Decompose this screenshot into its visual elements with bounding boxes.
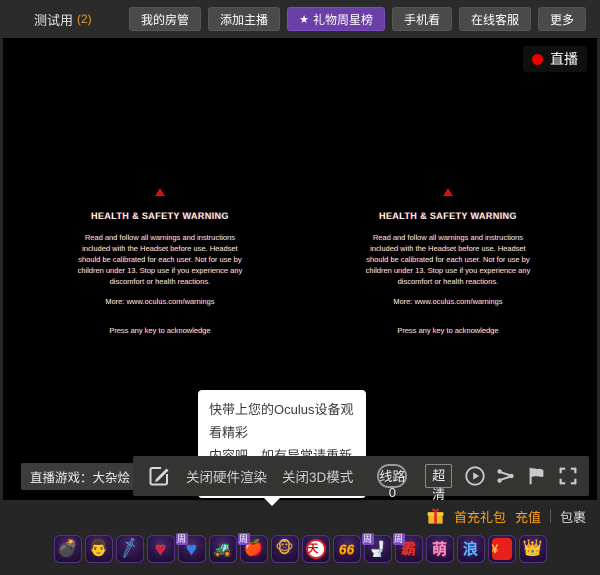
warning-more-link-text: More: www.oculus.com/warnings (105, 297, 215, 306)
gift-item-red-packet[interactable]: ¥ (487, 535, 516, 563)
red-packet-icon: ¥ (491, 538, 512, 560)
report-flag-icon[interactable] (526, 465, 548, 487)
edit-icon[interactable] (147, 464, 171, 488)
vr-warning-panel-left: HEALTH & SAFETY WARNING Read and follow … (48, 188, 272, 335)
line-select-button[interactable]: 线路0 (377, 464, 408, 500)
gifts-row: 💣 👨 🗡 ♥ 周 ♥ 🚜 周 🍎 🐵 天 66 周 🚽 周 霸 萌 浪 ¥ 👑 (14, 533, 586, 563)
meng-banner-icon: 萌 (431, 540, 447, 558)
tooltip-line: 快带上您的Oculus设备观看精彩 (209, 402, 354, 440)
live-badge-label: 直播 (550, 51, 578, 67)
gift-item-meng-banner[interactable]: 萌 (425, 535, 454, 563)
gift-item-gold-crown[interactable]: 👑 (518, 535, 547, 563)
control-icons (464, 465, 579, 487)
week-badge: 周 (392, 533, 405, 545)
warning-body-line: children under 13. Stop use if you exper… (77, 266, 243, 275)
excavator-icon: 🚜 (213, 540, 232, 558)
more-button[interactable]: 更多 (537, 7, 586, 31)
quality-select-button[interactable]: 超清 (425, 464, 452, 502)
gift-box-icon (427, 508, 444, 524)
fullscreen-icon[interactable] (557, 465, 579, 487)
gold-crown-icon: 👑 (522, 540, 543, 557)
gift-item-red-heart[interactable]: ♥ (146, 535, 175, 563)
warning-body: Read and follow all warnings and instruc… (336, 232, 560, 287)
warning-body-line: discomfort or health reactions. (109, 277, 211, 286)
warning-body-line: should be calibrated for each user. Not … (78, 255, 242, 264)
blue-heart-icon: ♥ (186, 539, 197, 559)
red-heart-icon: ♥ (155, 539, 166, 559)
flame-66-icon: 66 (338, 541, 355, 557)
online-service-button[interactable]: 在线客服 (458, 7, 531, 31)
warning-body-line: discomfort or health reactions. (397, 277, 499, 286)
gift-item-lang-banner[interactable]: 浪 (456, 535, 485, 563)
warning-body-line: Read and follow all warnings and instruc… (84, 233, 236, 242)
phone-watch-button[interactable]: 手机看 (391, 7, 452, 31)
live-badge: 直播 (523, 46, 587, 72)
warning-body-line: children under 13. Stop use if you exper… (365, 266, 531, 275)
bottom-panel: 首充礼包 充值 包裹 💣 👨 🗡 ♥ 周 ♥ 🚜 周 🍎 🐵 天 66 周 🚽 … (0, 500, 600, 575)
warning-title: HEALTH & SAFETY WARNING (379, 211, 517, 221)
package-link[interactable]: 包裹 (560, 507, 586, 526)
gift-item-blue-sword[interactable]: 🗡 (115, 535, 144, 563)
man-portrait-icon: 👨 (88, 540, 109, 557)
room-viewer-count: (2) (77, 12, 92, 26)
live-dot-icon (532, 53, 543, 65)
warning-acknowledge-text: Press any key to acknowledge (109, 326, 211, 335)
recharge-link[interactable]: 充值 (515, 507, 541, 526)
weekly-gift-rank-button[interactable]: ★ 礼物周星榜 (287, 7, 385, 31)
warning-body-line: included with the Headset before use. He… (370, 244, 526, 253)
warning-triangle-icon (155, 188, 165, 196)
mode-3d-toggle[interactable]: 关闭3D模式 (282, 466, 353, 486)
week-badge: 周 (361, 533, 374, 545)
gift-item-monkey-face[interactable]: 🐵 (270, 535, 299, 563)
gift-item-ba-banner[interactable]: 周 霸 (392, 533, 423, 563)
warning-title: HEALTH & SAFETY WARNING (91, 211, 229, 221)
bomb-face-icon: 💣 (57, 540, 78, 557)
tianzi-seal-icon: 天 (305, 539, 326, 559)
warning-triangle-icon (443, 188, 453, 196)
hardware-render-toggle[interactable]: 关闭硬件渲染 (186, 466, 267, 486)
topbar-buttons: 我的房管 添加主播 ★ 礼物周星榜 手机看 在线客服 更多 (129, 7, 586, 31)
share-icon[interactable] (495, 465, 517, 487)
my-admins-button[interactable]: 我的房管 (129, 7, 202, 31)
warning-body-line: should be calibrated for each user. Not … (366, 255, 530, 264)
recharge-row: 首充礼包 充值 包裹 (14, 500, 586, 532)
gift-item-toilet[interactable]: 周 🚽 (361, 533, 392, 563)
video-stage: 直播 HEALTH & SAFETY WARNING Read and foll… (3, 38, 597, 506)
vr-warning-panel-right: HEALTH & SAFETY WARNING Read and follow … (336, 188, 560, 335)
first-recharge-link[interactable]: 首充礼包 (454, 507, 506, 526)
gift-item-tianzi-seal[interactable]: 天 (301, 535, 330, 563)
gift-item-red-apple[interactable]: 周 🍎 (237, 533, 268, 563)
gift-item-flame-66[interactable]: 66 (332, 535, 361, 563)
monkey-face-icon: 🐵 (275, 540, 294, 557)
gift-item-man-portrait[interactable]: 👨 (84, 535, 113, 563)
warning-more-link-text: More: www.oculus.com/warnings (393, 297, 503, 306)
room-title: 测试用 (34, 12, 74, 28)
topbar: 测试用 (2) 我的房管 添加主播 ★ 礼物周星榜 手机看 在线客服 更多 (0, 0, 600, 38)
week-badge: 周 (237, 533, 250, 545)
gift-item-blue-heart[interactable]: 周 ♥ (175, 533, 206, 563)
gift-item-bomb-face[interactable]: 💣 (53, 535, 82, 563)
divider (549, 509, 551, 523)
add-anchor-button[interactable]: 添加主播 (208, 7, 281, 31)
warning-acknowledge-text: Press any key to acknowledge (397, 326, 499, 335)
gift-item-excavator[interactable]: 🚜 (208, 535, 237, 563)
star-icon: ★ (299, 13, 309, 26)
lang-banner-icon: 浪 (462, 540, 478, 558)
warning-body-line: included with the Headset before use. He… (82, 244, 238, 253)
tooltip-tail (264, 498, 280, 506)
play-icon[interactable] (464, 465, 486, 487)
blue-sword-icon: 🗡 (116, 537, 142, 560)
game-label: 直播游戏：大杂烩 (21, 463, 140, 490)
player-control-bar: 关闭硬件渲染 关闭3D模式 线路0 超清 (133, 456, 589, 502)
warning-body: Read and follow all warnings and instruc… (48, 232, 272, 287)
warning-body-line: Read and follow all warnings and instruc… (372, 233, 524, 242)
week-badge: 周 (175, 533, 188, 545)
